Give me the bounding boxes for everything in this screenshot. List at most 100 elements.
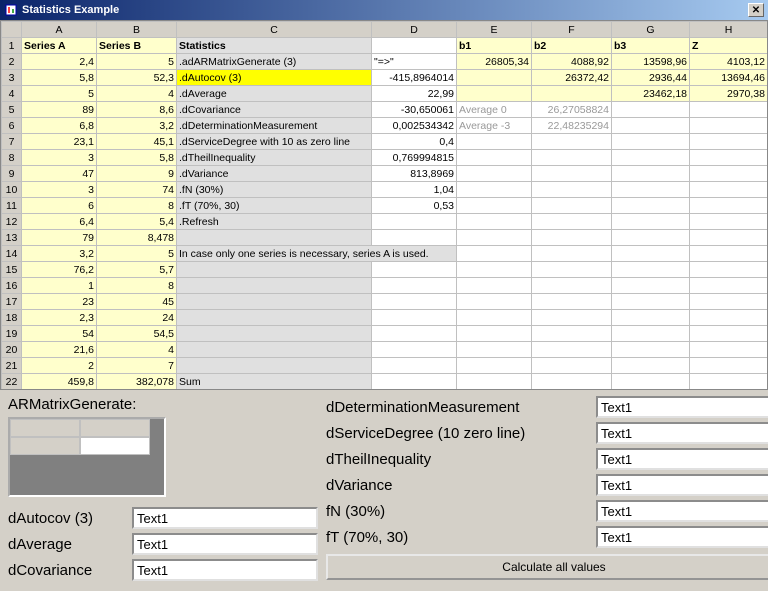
cell-C4[interactable]: .dAverage — [177, 86, 372, 102]
row-header[interactable]: 5 — [2, 102, 22, 118]
cell[interactable] — [457, 246, 532, 262]
left-field-input-0[interactable] — [132, 507, 318, 529]
cell-A20[interactable]: 21,6 — [22, 342, 97, 358]
row-header[interactable]: 10 — [2, 182, 22, 198]
cell-A17[interactable]: 23 — [22, 294, 97, 310]
cell-H4[interactable]: 2970,38 — [690, 86, 768, 102]
cell-B6[interactable]: 3,2 — [97, 118, 177, 134]
row-header[interactable]: 22 — [2, 374, 22, 390]
cell-E12[interactable] — [457, 214, 532, 230]
cell-D16[interactable] — [372, 278, 457, 294]
cell-H11[interactable] — [690, 198, 768, 214]
cell-D19[interactable] — [372, 326, 457, 342]
row-header[interactable]: 13 — [2, 230, 22, 246]
cell-D17[interactable] — [372, 294, 457, 310]
cell-G17[interactable] — [612, 294, 690, 310]
cell-H5[interactable] — [690, 102, 768, 118]
cell-B19[interactable]: 54,5 — [97, 326, 177, 342]
cell-H3[interactable]: 13694,46 — [690, 70, 768, 86]
col-header-A[interactable]: A — [22, 22, 97, 38]
cell-F22[interactable] — [532, 374, 612, 390]
cell-C17[interactable] — [177, 294, 372, 310]
cell-D3[interactable]: -415,8964014 — [372, 70, 457, 86]
cell-E4[interactable] — [457, 86, 532, 102]
row-header[interactable]: 7 — [2, 134, 22, 150]
cell-E2[interactable]: 26805,34 — [457, 54, 532, 70]
row-header[interactable]: 11 — [2, 198, 22, 214]
cell-F21[interactable] — [532, 358, 612, 374]
header-cell-H[interactable]: Z — [690, 38, 768, 54]
cell-C20[interactable] — [177, 342, 372, 358]
cell-F17[interactable] — [532, 294, 612, 310]
cell-B15[interactable]: 5,7 — [97, 262, 177, 278]
row-header[interactable]: 18 — [2, 310, 22, 326]
cell-A3[interactable]: 5,8 — [22, 70, 97, 86]
cell-F13[interactable] — [532, 230, 612, 246]
col-header-G[interactable]: G — [612, 22, 690, 38]
cell-H13[interactable] — [690, 230, 768, 246]
cell-H19[interactable] — [690, 326, 768, 342]
cell-G5[interactable] — [612, 102, 690, 118]
cell-G12[interactable] — [612, 214, 690, 230]
cell-C2[interactable]: .adARMatrixGenerate (3) — [177, 54, 372, 70]
cell-C9[interactable]: .dVariance — [177, 166, 372, 182]
note-cell[interactable]: In case only one series is necessary, se… — [177, 246, 457, 262]
cell-F18[interactable] — [532, 310, 612, 326]
row-header[interactable]: 16 — [2, 278, 22, 294]
cell-H21[interactable] — [690, 358, 768, 374]
cell-D9[interactable]: 813,8969 — [372, 166, 457, 182]
row-header[interactable]: 19 — [2, 326, 22, 342]
cell-H17[interactable] — [690, 294, 768, 310]
cell-H9[interactable] — [690, 166, 768, 182]
calculate-button[interactable]: Calculate all values — [326, 554, 768, 580]
cell-B11[interactable]: 8 — [97, 198, 177, 214]
cell[interactable] — [612, 246, 690, 262]
row-header[interactable]: 20 — [2, 342, 22, 358]
cell-B17[interactable]: 45 — [97, 294, 177, 310]
row-header[interactable]: 6 — [2, 118, 22, 134]
cell-E16[interactable] — [457, 278, 532, 294]
col-header-F[interactable]: F — [532, 22, 612, 38]
cell-B20[interactable]: 4 — [97, 342, 177, 358]
cell-A19[interactable]: 54 — [22, 326, 97, 342]
cell-B22[interactable]: 382,078 — [97, 374, 177, 390]
cell-A9[interactable]: 47 — [22, 166, 97, 182]
header-cell-F[interactable]: b2 — [532, 38, 612, 54]
cell-E10[interactable] — [457, 182, 532, 198]
cell-G4[interactable]: 23462,18 — [612, 86, 690, 102]
cell-D8[interactable]: 0,769994815 — [372, 150, 457, 166]
cell-D10[interactable]: 1,04 — [372, 182, 457, 198]
cell-H8[interactable] — [690, 150, 768, 166]
cell-C16[interactable] — [177, 278, 372, 294]
cell-E7[interactable] — [457, 134, 532, 150]
cell-C19[interactable] — [177, 326, 372, 342]
cell-A12[interactable]: 6,4 — [22, 214, 97, 230]
cell-C21[interactable] — [177, 358, 372, 374]
cell-G3[interactable]: 2936,44 — [612, 70, 690, 86]
row-header[interactable]: 3 — [2, 70, 22, 86]
right-field-input-4[interactable] — [596, 500, 768, 522]
cell-H20[interactable] — [690, 342, 768, 358]
cell-D15[interactable] — [372, 262, 457, 278]
cell-D2[interactable]: "=>" — [372, 54, 457, 70]
cell[interactable] — [690, 246, 768, 262]
cell-E19[interactable] — [457, 326, 532, 342]
cell-E18[interactable] — [457, 310, 532, 326]
cell-D12[interactable] — [372, 214, 457, 230]
left-field-input-1[interactable] — [132, 533, 318, 555]
col-header-C[interactable]: C — [177, 22, 372, 38]
cell-E13[interactable] — [457, 230, 532, 246]
cell-F19[interactable] — [532, 326, 612, 342]
cell-E11[interactable] — [457, 198, 532, 214]
cell-A4[interactable]: 5 — [22, 86, 97, 102]
cell-H10[interactable] — [690, 182, 768, 198]
cell-G19[interactable] — [612, 326, 690, 342]
cell-H22[interactable] — [690, 374, 768, 390]
cell-B5[interactable]: 8,6 — [97, 102, 177, 118]
cell-A21[interactable]: 2 — [22, 358, 97, 374]
cell-H16[interactable] — [690, 278, 768, 294]
left-field-input-2[interactable] — [132, 559, 318, 581]
col-header-E[interactable]: E — [457, 22, 532, 38]
cell-G13[interactable] — [612, 230, 690, 246]
cell-A8[interactable]: 3 — [22, 150, 97, 166]
